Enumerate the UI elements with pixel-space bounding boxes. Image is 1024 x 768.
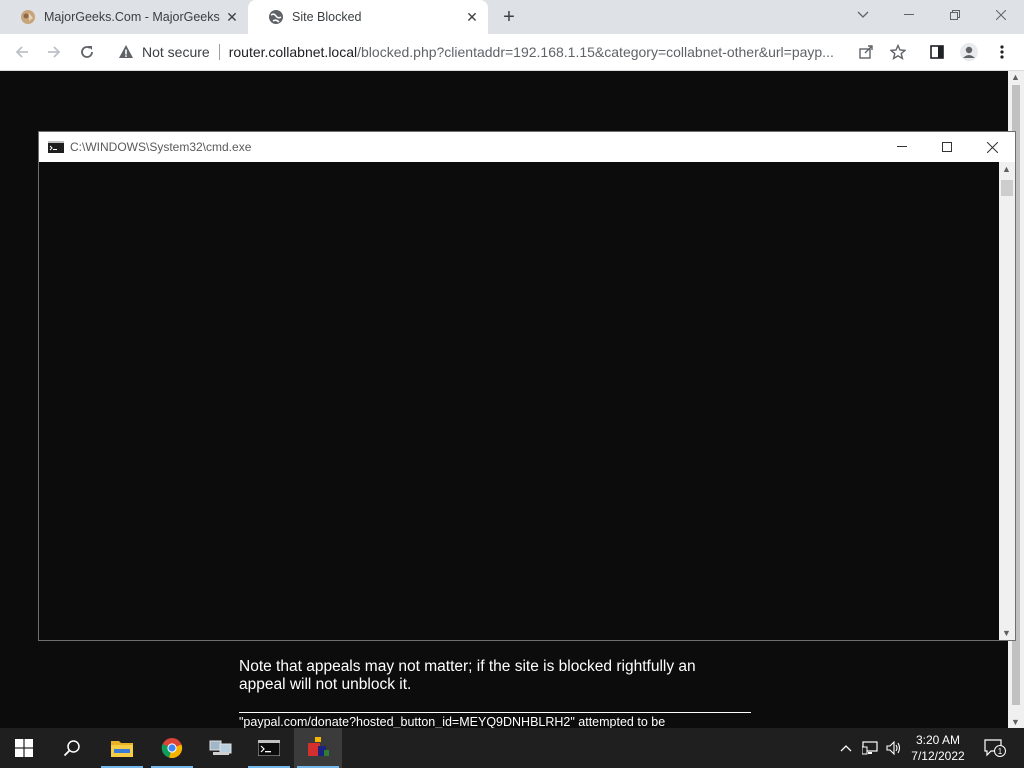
cmd-icon: [48, 141, 64, 153]
back-button[interactable]: [10, 40, 34, 64]
close-window-button[interactable]: [978, 0, 1024, 30]
majorgeeks-favicon-icon: [21, 10, 35, 24]
side-panel-icon[interactable]: [925, 40, 949, 64]
taskbar-cmd[interactable]: [245, 728, 293, 768]
scroll-up-icon[interactable]: ▲: [1002, 164, 1011, 174]
cmd-title: C:\WINDOWS\System32\cmd.exe: [70, 140, 252, 154]
tab-title: Site Blocked: [292, 10, 362, 24]
new-tab-button[interactable]: +: [498, 6, 520, 28]
tab-site-blocked[interactable]: Site Blocked ✕: [248, 0, 488, 34]
close-icon[interactable]: ✕: [464, 9, 480, 25]
tab-strip: MajorGeeks.Com - MajorGeeks ✕ Site Block…: [0, 0, 1024, 34]
url-host: router.collabnet.local: [228, 44, 358, 60]
tab-title: MajorGeeks.Com - MajorGeeks: [44, 10, 220, 24]
profile-avatar-icon[interactable]: [957, 40, 981, 64]
taskbar-network-app[interactable]: [197, 728, 245, 768]
url-path: /blocked.php?clientaddr=192.168.1.15&cat…: [357, 44, 834, 60]
minimize-button[interactable]: [879, 132, 925, 162]
minimize-button[interactable]: [886, 0, 932, 30]
close-window-button[interactable]: [969, 132, 1015, 162]
cmd-console-area[interactable]: [39, 162, 999, 640]
menu-kebab-icon[interactable]: [990, 40, 1014, 64]
clock-date: 7/12/2022: [911, 749, 965, 763]
tab-majorgeeks[interactable]: MajorGeeks.Com - MajorGeeks ✕: [0, 0, 248, 34]
folder-icon: [111, 741, 133, 757]
chevron-up-icon[interactable]: [838, 740, 854, 756]
cmd-icon: [258, 740, 280, 756]
volume-icon[interactable]: [886, 740, 902, 756]
share-icon[interactable]: [854, 40, 878, 64]
url-text[interactable]: router.collabnet.local/blocked.php?clien…: [229, 44, 849, 60]
scroll-down-icon[interactable]: ▼: [1002, 628, 1011, 638]
address-bar[interactable]: Not secure router.collabnet.local/blocke…: [110, 38, 880, 66]
appeal-note: Note that appeals may not matter; if the…: [239, 658, 696, 693]
scroll-thumb[interactable]: [1001, 180, 1013, 196]
taskbar-colorful-app[interactable]: [294, 728, 342, 768]
omnibox-divider: [218, 44, 220, 60]
browser-toolbar: Not secure router.collabnet.local/blocke…: [0, 34, 1024, 71]
security-label[interactable]: Not secure: [142, 44, 210, 60]
maximize-button[interactable]: [924, 132, 970, 162]
bookmark-star-icon[interactable]: [886, 40, 910, 64]
taskbar: 3:20 AM 7/12/2022 1: [0, 728, 1024, 768]
cmd-scrollbar[interactable]: ▲ ▼: [999, 162, 1015, 640]
windows-logo-icon: [15, 739, 33, 757]
restore-button[interactable]: [932, 0, 978, 30]
divider: [239, 712, 751, 713]
start-button[interactable]: [0, 728, 48, 768]
search-icon: [63, 740, 80, 757]
scroll-up-icon[interactable]: ▲: [1011, 72, 1020, 82]
notification-count: 1: [998, 747, 1003, 756]
tab-search-icon[interactable]: [840, 0, 886, 30]
search-button[interactable]: [48, 728, 96, 768]
cmd-titlebar[interactable]: C:\WINDOWS\System32\cmd.exe: [39, 132, 1015, 162]
close-icon[interactable]: ✕: [224, 9, 240, 25]
scroll-down-icon[interactable]: ▼: [1011, 717, 1020, 727]
globe-icon: [269, 10, 283, 24]
forward-button[interactable]: [42, 40, 66, 64]
taskbar-clock[interactable]: 3:20 AM 7/12/2022: [904, 732, 972, 764]
blocked-url-notice: "paypal.com/donate?hosted_button_id=MEYQ…: [239, 715, 666, 728]
taskbar-file-explorer[interactable]: [98, 728, 146, 768]
app-blocks-icon: [308, 737, 329, 756]
network-icon[interactable]: [862, 740, 878, 756]
chrome-icon: [161, 738, 183, 759]
cmd-window[interactable]: C:\WINDOWS\System32\cmd.exe ▲ ▼: [38, 131, 1016, 641]
clock-time: 3:20 AM: [915, 733, 961, 747]
warning-icon: [119, 45, 133, 58]
network-computers-icon: [209, 740, 232, 755]
taskbar-chrome[interactable]: [148, 728, 196, 768]
reload-button[interactable]: [75, 40, 99, 64]
notification-center-icon[interactable]: 1: [984, 739, 1006, 757]
